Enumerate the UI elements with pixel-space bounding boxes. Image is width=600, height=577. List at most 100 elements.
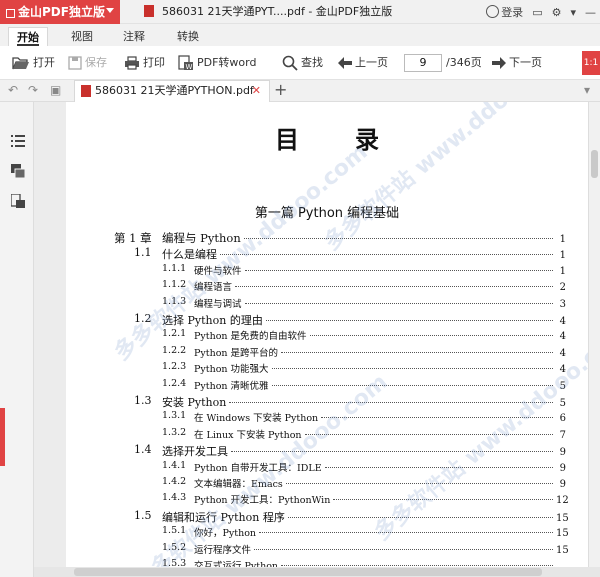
actual-size-button[interactable]: 1:1 [582,51,600,75]
outline-icon[interactable] [11,134,25,148]
toc-entry-title: Python 是跨平台的 [194,347,279,359]
toc-leader-dots [333,499,553,501]
toc-entry-number: 1.3 [134,394,152,407]
title-bar: 金山PDF独立版 586031 21天学通PYT....pdf - 金山PDF独… [0,0,600,24]
document-tab[interactable]: 586031 21天学通PYTHON.pdf ✕ [74,80,270,102]
side-panel [0,102,34,577]
pdf-file-icon [81,85,91,97]
folder-open-icon [12,57,29,70]
toc-leader-dots [265,320,553,321]
toc-entry-number: 1.2.2 [162,344,187,356]
toc-entry-title: 选择开发工具 [162,445,228,459]
toc-entry-page: 9 [559,479,566,490]
toc-leader-dots [281,565,553,566]
tab-view[interactable]: 视图 [64,27,100,46]
toc-entry-page: 7 [559,429,566,441]
toc-leader-dots [229,402,553,403]
panel-toggle-handle[interactable] [0,408,5,466]
horizontal-scrollbar[interactable] [34,567,600,577]
toc-entry-number: 第 1 章 [114,231,152,245]
toc-entry[interactable]: 1.1.1 硬件与软件 1 [66,263,588,279]
toc-leader-dots [309,335,553,337]
convert-word-icon[interactable] [11,194,25,208]
window-title: 586031 21天学通PYT....pdf - 金山PDF独立版 [144,0,392,24]
skin-icon[interactable]: ▭ [532,6,542,19]
toc-entry-number: 1.2.4 [162,377,187,389]
new-tab-button[interactable]: + [274,80,287,100]
toc-entry-page: 3 [559,298,566,310]
svg-text:W: W [186,63,193,71]
part-heading: 第一篇 Python 编程基础 [254,206,400,221]
toc-entry-number: 1.3.1 [162,410,187,422]
toc-entry-number: 1.5 [134,508,152,522]
document-tab-label: 586031 21天学通PYTHON.pdf [95,84,254,97]
toc-entry-title: 交互式运行 Python [194,561,279,567]
login-button[interactable]: 登录 [486,4,523,20]
toc-leader-dots [259,532,553,534]
toc-leader-dots [244,302,553,304]
toc-entry[interactable]: 1.1 什么是编程 1 [66,246,588,262]
save-icon[interactable]: ▣ [50,84,62,96]
toc-entry-page: 2 [559,282,566,294]
toc-entry[interactable]: 1.2.3 Python 功能强大 4 [66,361,588,377]
tab-annotate[interactable]: 注释 [116,27,152,46]
toc-entry[interactable]: 1.5.1 你好，Python 15 [66,525,588,541]
toc-entry-number: 1.1.1 [162,262,187,274]
toc-leader-dots [254,548,553,550]
document-viewer[interactable]: 目录 第一篇 Python 编程基础 第 1 章编程与 Python 1 1.1 什么… [34,102,600,577]
toc-entry[interactable]: 1.2.4 Python 清晰优雅 5 [66,378,588,394]
chevron-down-icon[interactable]: ▾ [584,84,596,96]
tab-start[interactable]: 开始 [8,27,48,46]
app-name: 金山PDF独立版 [8,0,105,24]
scroll-thumb[interactable] [591,150,598,178]
gear-icon[interactable]: ⚙ [552,6,562,19]
prev-page-button[interactable]: 上一页 [338,53,388,73]
toc-entry[interactable]: 1.5 编辑和运行 Python 程序 15 [66,509,588,525]
toc-entry-page: 12 [556,495,569,507]
redo-icon[interactable]: ↷ [28,84,40,96]
toc-entry-page: 6 [559,413,566,425]
toc-entry-title: Python 清晰优雅 [194,380,269,392]
page-total: /346页 [446,56,482,69]
save-button[interactable]: 保存 [68,53,107,73]
next-page-button[interactable]: 下一页 [492,53,542,73]
toc-entry-number: 1.4.3 [162,492,187,504]
toc-entry[interactable]: 1.4.2 文本编辑器：Emacs 9 [66,476,588,492]
toc-leader-dots [281,351,553,353]
find-button[interactable]: 查找 [282,53,323,73]
toc-leader-dots [243,238,553,239]
tab-convert[interactable]: 转换 [170,27,206,46]
toc-entry[interactable]: 1.4.3 Python 开发工具：PythonWin 12 [66,492,588,508]
toc-entry-page: 9 [559,462,566,474]
toc-entry-page: 1 [559,250,566,262]
menu-bar: 开始 视图 注释 转换 [0,24,600,46]
pdf-file-icon [144,5,154,17]
toc-entry[interactable]: 1.1.2 编程语言 2 [66,279,588,295]
thumbnails-icon[interactable] [11,164,25,178]
pdf-to-word-button[interactable]: W PDF转word [178,53,256,73]
app-menu-button[interactable]: 金山PDF独立版 [0,0,120,24]
user-icon [486,5,500,18]
toc-entry-title: 在 Windows 下安装 Python [194,413,319,425]
minimize-button[interactable]: — [585,6,596,19]
window-controls: 登录 ▭ ⚙ ▾ — [486,0,596,24]
search-icon [282,55,298,71]
toc-entry-page: 4 [559,331,566,343]
vertical-scrollbar[interactable] [588,102,600,567]
toc-entry-page: 1 [559,234,566,245]
toc-entry[interactable]: 1.4 选择开发工具 9 [66,443,588,459]
toc-entry-page: 4 [559,316,566,327]
toc-entry-number: 1.4.1 [162,459,187,471]
close-icon[interactable]: ✕ [252,81,261,101]
chevron-down-icon[interactable]: ▾ [570,6,576,19]
arrow-left-icon [338,57,352,69]
toc-entry[interactable]: 1.4.1 Python 自带开发工具：IDLE 9 [66,460,588,476]
open-button[interactable]: 打开 [12,53,55,73]
toc-entry-page: 15 [556,528,569,540]
undo-icon[interactable]: ↶ [8,84,20,96]
page-number-input[interactable]: 9 [404,54,442,72]
toc-entry-page: 15 [556,512,569,524]
print-button[interactable]: 打印 [124,53,165,73]
scroll-thumb[interactable] [74,568,542,576]
document-tab-bar: ↶ ↷ ▣ 586031 21天学通PYTHON.pdf ✕ + ▾ [0,80,600,102]
